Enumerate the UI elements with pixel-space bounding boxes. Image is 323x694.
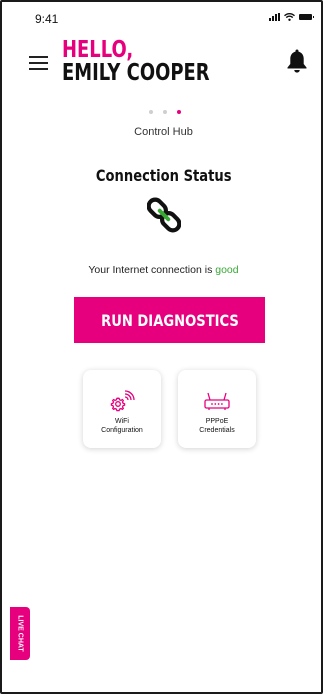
- wifi-configuration-label: WiFi Configuration: [101, 417, 143, 435]
- page-dot-active[interactable]: [177, 110, 181, 114]
- page-dot[interactable]: [149, 110, 153, 114]
- pppoe-credentials-label: PPPoE Credentials: [199, 417, 234, 435]
- pppoe-card-line2: Credentials: [199, 427, 235, 434]
- control-hub-label: Control Hub: [134, 126, 193, 138]
- wifi-settings-icon: [109, 390, 135, 412]
- wifi-signal-icon: [284, 13, 295, 21]
- phone-frame: 9:41 HELLO, EMILY COOPER Control Hub Con…: [0, 0, 323, 694]
- pppoe-card-line1: PPPoE: [205, 418, 229, 425]
- connection-status-value: good: [215, 264, 239, 276]
- wifi-configuration-card[interactable]: WiFi Configuration: [83, 370, 161, 448]
- cellular-signal-icon: [269, 13, 280, 21]
- greeting: HELLO, EMILY COOPER: [62, 39, 210, 85]
- status-time: 9:41: [35, 12, 59, 26]
- router-icon: [203, 390, 231, 412]
- live-chat-tab[interactable]: LIVE CHAT: [10, 607, 30, 660]
- user-name: EMILY COOPER: [62, 60, 210, 86]
- pppoe-credentials-card[interactable]: PPPoE Credentials: [178, 370, 256, 448]
- connection-status-title-text: Connection Status: [95, 166, 232, 185]
- menu-icon[interactable]: [29, 56, 48, 70]
- connection-status-title: Connection Status: [2, 166, 323, 185]
- notification-bell-icon[interactable]: [286, 48, 308, 79]
- page-dot[interactable]: [163, 110, 167, 114]
- link-icon: [146, 195, 182, 240]
- wifi-card-line1: WiFi: [114, 418, 129, 425]
- run-diagnostics-button[interactable]: RUN DIAGNOSTICS: [74, 297, 265, 343]
- connection-status-text: Your Internet connection is good: [2, 264, 323, 276]
- live-chat-label: LIVE CHAT: [16, 615, 24, 652]
- connection-status-prefix: Your Internet connection is: [88, 264, 216, 276]
- run-diagnostics-label: RUN DIAGNOSTICS: [100, 310, 239, 330]
- status-icons: [269, 13, 314, 21]
- wifi-card-line2: Configuration: [101, 427, 143, 434]
- greeting-hello: HELLO,: [62, 37, 134, 63]
- page-indicator: [149, 110, 181, 114]
- battery-icon: [299, 14, 314, 20]
